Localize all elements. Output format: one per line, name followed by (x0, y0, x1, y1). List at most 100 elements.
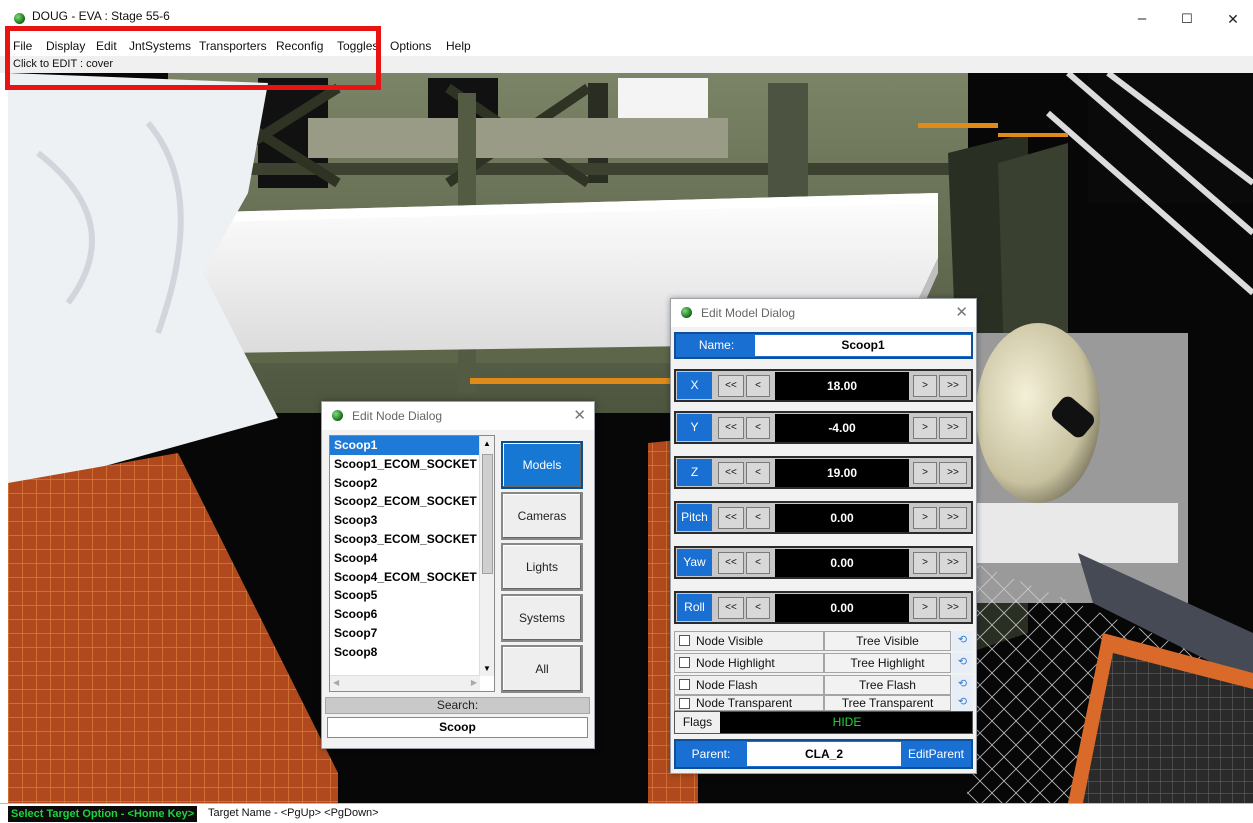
list-item[interactable]: Scoop1 (330, 436, 480, 455)
list-item[interactable]: Scoop7 (330, 624, 480, 643)
menu-reconfig[interactable]: Reconfig (276, 39, 323, 53)
list-item[interactable]: Scoop3 (330, 511, 480, 530)
menu-help[interactable]: Help (446, 39, 471, 53)
coord-value[interactable]: 0.00 (775, 594, 909, 622)
node-visible-checkbox[interactable]: Node Visible (674, 631, 824, 651)
maximize-button[interactable]: ☐ (1172, 6, 1202, 32)
increment-button[interactable]: > (913, 507, 937, 529)
app-icon (332, 410, 343, 421)
3d-viewport[interactable] (8, 73, 1253, 803)
increment-large-button[interactable]: >> (939, 417, 967, 439)
decrement-button[interactable]: < (746, 375, 770, 397)
list-item[interactable]: Scoop2_ECOM_SOCKET (330, 492, 480, 511)
close-icon[interactable]: ✕ (955, 303, 968, 321)
menu-options[interactable]: Options (390, 39, 431, 53)
increment-button[interactable]: > (913, 597, 937, 619)
list-item[interactable]: Scoop2 (330, 474, 480, 493)
category-models-button[interactable]: Models (501, 441, 583, 489)
category-cameras-button[interactable]: Cameras (501, 492, 583, 540)
scrollbar-thumb[interactable] (482, 454, 493, 574)
coord-value[interactable]: 19.00 (775, 459, 909, 487)
reset-icon[interactable]: ⟲ (952, 631, 973, 651)
menu-display[interactable]: Display (46, 39, 85, 53)
category-all-button[interactable]: All (501, 645, 583, 693)
decrement-button[interactable]: < (746, 597, 770, 619)
list-item[interactable]: Scoop4 (330, 549, 480, 568)
status-target-option: Select Target Option - <Home Key> (8, 806, 198, 822)
category-systems-button[interactable]: Systems (501, 594, 583, 642)
close-button[interactable]: ✕ (1218, 6, 1248, 32)
coord-row-pitch: Pitch << < 0.00 > >> (674, 501, 973, 534)
list-item[interactable]: Scoop3_ECOM_SOCKET (330, 530, 480, 549)
checkbox-icon[interactable] (679, 679, 690, 690)
menu-transporters[interactable]: Transporters (199, 39, 267, 53)
list-item[interactable]: Scoop1_ECOM_SOCKET (330, 455, 480, 474)
menu-jntsystems[interactable]: JntSystems (129, 39, 191, 53)
parent-field[interactable]: CLA_2 (747, 742, 901, 766)
increment-button[interactable]: > (913, 375, 937, 397)
status-target-name: Target Name - <PgUp> <PgDown> (208, 807, 379, 819)
increment-button[interactable]: > (913, 417, 937, 439)
checkbox-icon[interactable] (679, 657, 690, 668)
node-transparent-checkbox[interactable]: Node Transparent (674, 695, 824, 711)
increment-large-button[interactable]: >> (939, 507, 967, 529)
list-item[interactable]: Scoop4_ECOM_SOCKET (330, 568, 480, 587)
increment-large-button[interactable]: >> (939, 462, 967, 484)
decrement-large-button[interactable]: << (718, 552, 744, 574)
list-item[interactable]: Scoop5 (330, 586, 480, 605)
category-lights-button[interactable]: Lights (501, 543, 583, 591)
menu-bar: File Display Edit JntSystems Transporter… (0, 36, 1253, 56)
edit-parent-button[interactable]: EditParent (901, 741, 971, 767)
reset-icon[interactable]: ⟲ (952, 695, 973, 711)
increment-button[interactable]: > (913, 552, 937, 574)
decrement-large-button[interactable]: << (718, 597, 744, 619)
horizontal-scrollbar[interactable]: ◀ ▶ (330, 675, 480, 691)
decrement-button[interactable]: < (746, 507, 770, 529)
coord-value[interactable]: -4.00 (775, 414, 909, 442)
list-item[interactable]: Scoop6 (330, 605, 480, 624)
decrement-large-button[interactable]: << (718, 375, 744, 397)
node-highlight-checkbox[interactable]: Node Highlight (674, 653, 824, 673)
increment-large-button[interactable]: >> (939, 375, 967, 397)
vertical-scrollbar[interactable]: ▲ ▼ (479, 436, 494, 676)
decrement-large-button[interactable]: << (718, 417, 744, 439)
increment-large-button[interactable]: >> (939, 597, 967, 619)
increment-large-button[interactable]: >> (939, 552, 967, 574)
tree-flash-button[interactable]: Tree Flash (824, 675, 951, 695)
flags-value: HIDE (832, 715, 862, 729)
tree-transparent-button[interactable]: Tree Transparent (824, 695, 951, 711)
scroll-right-icon[interactable]: ▶ (471, 678, 477, 687)
scroll-down-icon[interactable]: ▼ (483, 664, 491, 673)
coord-value[interactable]: 0.00 (775, 504, 909, 532)
list-item[interactable]: Scoop8 (330, 643, 480, 662)
node-list[interactable]: Scoop1 Scoop1_ECOM_SOCKET Scoop2 Scoop2_… (329, 435, 495, 692)
decrement-large-button[interactable]: << (718, 507, 744, 529)
tree-visible-button[interactable]: Tree Visible (824, 631, 951, 651)
checkbox-icon[interactable] (679, 635, 690, 646)
parent-row: Parent: CLA_2 EditParent (674, 739, 973, 769)
scroll-left-icon[interactable]: ◀ (333, 678, 339, 687)
dialog-title-bar[interactable]: Edit Node Dialog ✕ (322, 402, 594, 430)
node-flash-checkbox[interactable]: Node Flash (674, 675, 824, 695)
checkbox-icon[interactable] (679, 698, 690, 709)
scroll-up-icon[interactable]: ▲ (483, 439, 491, 448)
increment-button[interactable]: > (913, 462, 937, 484)
menu-edit[interactable]: Edit (96, 39, 117, 53)
close-icon[interactable]: ✕ (573, 406, 586, 424)
search-input[interactable]: Scoop (327, 717, 588, 738)
tree-highlight-button[interactable]: Tree Highlight (824, 653, 951, 673)
name-field[interactable]: Scoop1 (755, 335, 971, 356)
decrement-button[interactable]: < (746, 552, 770, 574)
coord-value[interactable]: 0.00 (775, 549, 909, 577)
reset-icon[interactable]: ⟲ (952, 675, 973, 695)
coord-value[interactable]: 18.00 (775, 372, 909, 400)
decrement-large-button[interactable]: << (718, 462, 744, 484)
decrement-button[interactable]: < (746, 417, 770, 439)
edit-target-label[interactable]: Click to EDIT : cover (13, 58, 113, 70)
menu-toggles[interactable]: Toggles (337, 39, 378, 53)
minimize-button[interactable]: – (1127, 6, 1157, 32)
decrement-button[interactable]: < (746, 462, 770, 484)
dialog-title-bar[interactable]: Edit Model Dialog ✕ (671, 299, 976, 327)
menu-file[interactable]: File (13, 39, 32, 53)
reset-icon[interactable]: ⟲ (952, 653, 973, 673)
